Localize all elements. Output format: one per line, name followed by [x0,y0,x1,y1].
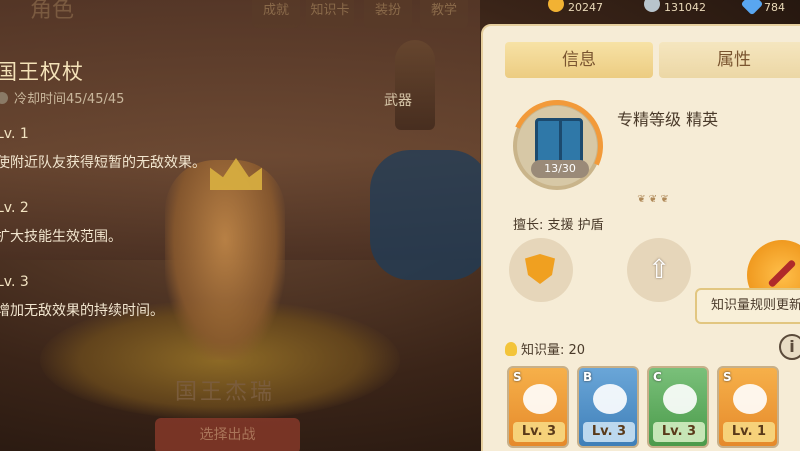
knowledge-card[interactable]: B Lv. 3 [577,366,639,448]
silver-amount: 131042 [664,0,706,14]
level-1-label: Lv. 1 [0,126,29,142]
card-art-icon [733,384,767,414]
lamp-decoration [395,40,435,130]
card-level: Lv. 3 [513,422,565,442]
card-art-icon [663,384,697,414]
support-skill-button[interactable] [509,238,573,302]
skill-type: 武器 [384,93,412,109]
card-art-icon [523,384,557,414]
knowledge-text: 知识量: 20 [521,343,586,358]
mastery-level: 专精等级 精英 [617,110,719,129]
gold-coin-icon [548,0,564,12]
mouse-arrow-up-icon: ⇧ [648,255,670,285]
diamond-currency[interactable]: 784 [740,0,785,16]
gold-currency: 20247 [548,0,603,14]
skill-name: 国王权杖 [0,60,84,84]
tab-tutorial[interactable]: 教学 [420,0,468,28]
gold-amount: 20247 [568,0,603,14]
card-level: Lv. 3 [653,422,705,442]
mastery-progress: 13/30 [531,160,589,178]
card-level: Lv. 1 [723,422,775,442]
level-2-desc: 扩大技能生效范围。 [0,229,122,245]
knowledge-card[interactable]: C Lv. 3 [647,366,709,448]
character-model[interactable] [165,160,285,360]
card-level: Lv. 3 [583,422,635,442]
specialty-text: 擅长: 支援 护盾 [513,218,604,233]
knowledge-rule-tooltip[interactable]: 知识量规则更新 [695,288,800,324]
page-title: 角色 [30,0,75,23]
card-grade: B [583,370,593,384]
select-battle-button[interactable]: 选择出战 [155,418,300,451]
book-icon [535,118,583,164]
scepter-icon [767,259,797,288]
silver-coin-icon [644,0,660,12]
level-3-label: Lv. 3 [0,274,29,290]
sofa-decoration [370,150,490,280]
silver-currency: 131042 [644,0,706,14]
knowledge-points: 知识量: 20 [505,339,585,358]
character-info-card: 信息 属性 13/30 专精等级 精英 ❦ ❦ ❦ 擅长: 支援 护盾 ⇧ 知识… [481,24,800,451]
knowledge-card[interactable]: S Lv. 3 [507,366,569,448]
lightbulb-icon [505,341,517,356]
ornament-divider: ❦ ❦ ❦ [637,194,669,205]
knowledge-card[interactable]: S Lv. 1 [717,366,779,448]
character-name: 国王杰瑞 [175,380,276,405]
tab-info[interactable]: 信息 [505,42,653,78]
cooldown-text: 冷却时间45/45/45 [14,92,125,107]
diamond-icon [740,0,764,16]
level-3-desc: 增加无敌效果的持续时间。 [0,303,164,319]
tab-achievements[interactable]: 成就 [252,0,300,28]
tab-outfits[interactable]: 装扮 [364,0,412,28]
card-grade: C [653,370,662,384]
card-art-icon [593,384,627,414]
mouse-upgrade-button[interactable]: ⇧ [627,238,691,302]
diamond-amount: 784 [764,0,785,14]
tab-attributes[interactable]: 属性 [659,42,800,78]
tab-knowledge-cards[interactable]: 知识卡 [306,0,354,28]
skill-cooldown: 冷却时间45/45/45 [0,88,124,107]
level-2-label: Lv. 2 [0,200,29,216]
shield-icon [525,254,555,284]
clock-icon [0,91,8,104]
level-1-desc: 使附近队友获得短暂的无敌效果。 [0,155,206,171]
card-grade: S [723,370,732,384]
card-grade: S [513,370,522,384]
info-button[interactable]: i [779,334,800,360]
